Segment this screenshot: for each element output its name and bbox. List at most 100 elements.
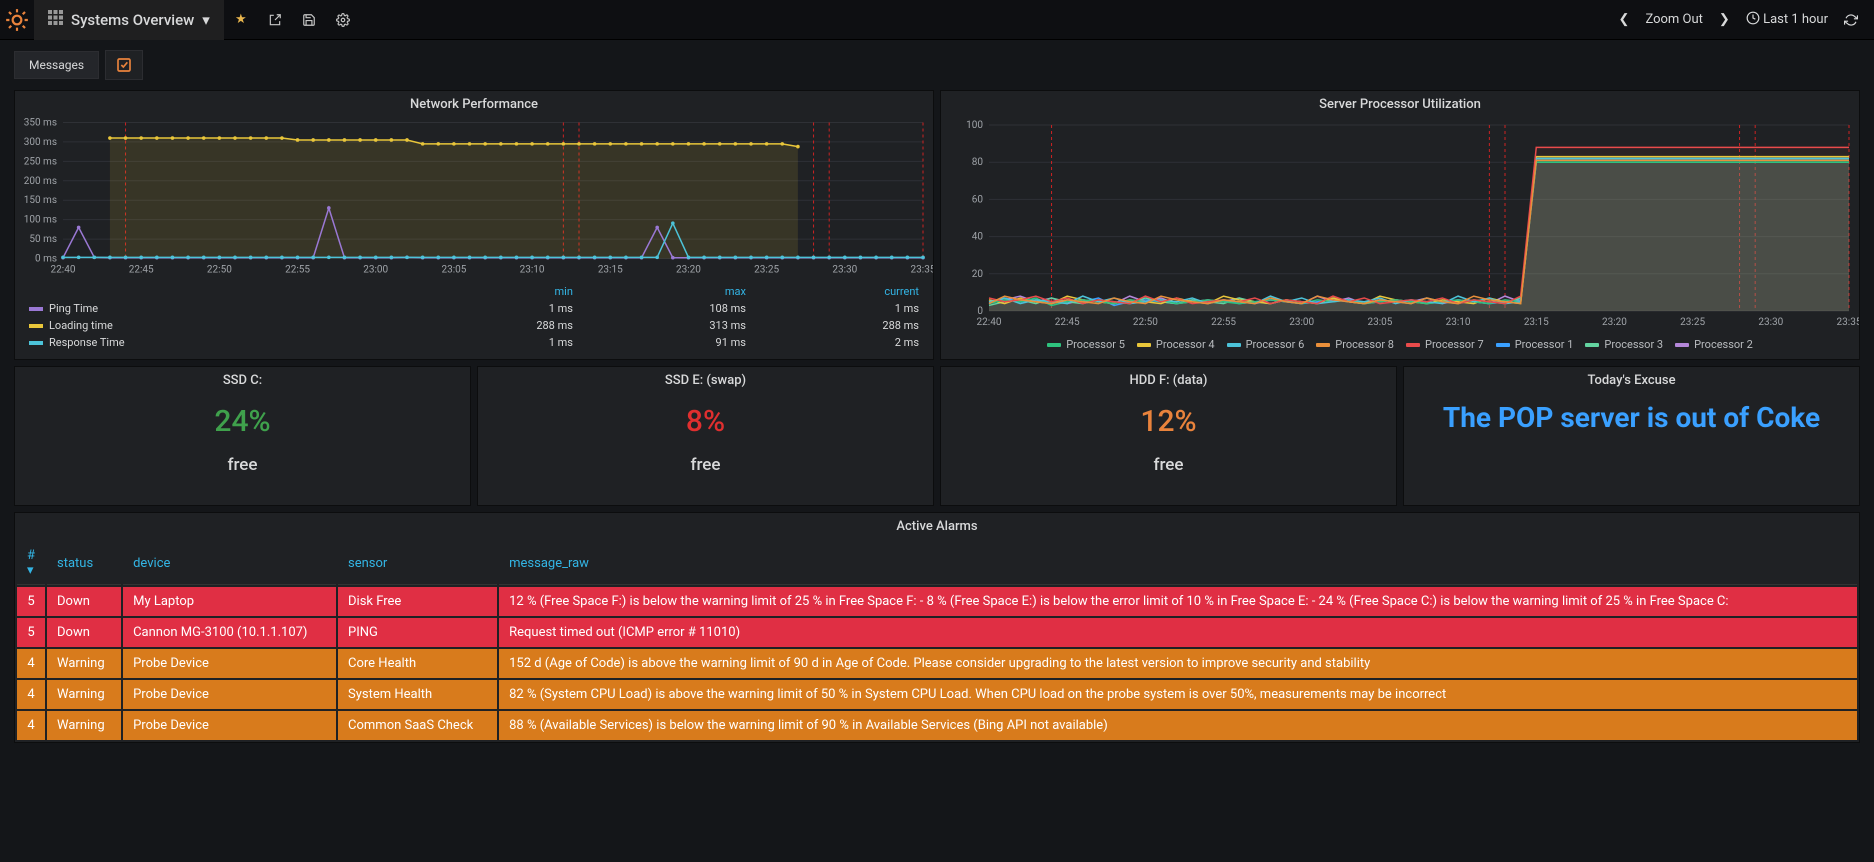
panel-network-performance[interactable]: Network Performance 0 ms50 ms100 ms150 m… [14, 90, 934, 360]
svg-text:23:00: 23:00 [363, 265, 388, 276]
legend-item[interactable]: Loading time288 ms313 ms288 ms [23, 317, 925, 334]
panel-hdd-f[interactable]: HDD F: (data) 12% free [940, 366, 1397, 506]
dashboard-title: Systems Overview [71, 11, 194, 29]
legend-item[interactable]: Response Time1 ms91 ms2 ms [23, 334, 925, 351]
legend-item[interactable]: Processor 1 [1496, 338, 1574, 351]
grafana-logo[interactable] [0, 0, 34, 40]
legend-item[interactable]: Processor 8 [1316, 338, 1394, 351]
excuse-text: The POP server is out of Coke [1413, 390, 1850, 446]
svg-text:22:45: 22:45 [1055, 317, 1080, 328]
save-icon[interactable] [292, 0, 326, 40]
svg-text:250 ms: 250 ms [24, 156, 57, 167]
time-controls: ❮ Zoom Out ❯ Last 1 hour [1613, 0, 1874, 40]
svg-text:23:05: 23:05 [1367, 317, 1392, 328]
share-icon[interactable] [258, 0, 292, 40]
legend-item[interactable]: Processor 6 [1227, 338, 1305, 351]
cpu-chart[interactable]: 02040608010022:4022:4522:5022:5523:0023:… [941, 114, 1859, 334]
column-header[interactable]: status [47, 542, 121, 585]
column-header[interactable]: sensor [338, 542, 497, 585]
stat-sub: free [1153, 455, 1183, 475]
panel-title: SSD E: (swap) [665, 367, 746, 390]
svg-text:23:20: 23:20 [1602, 317, 1627, 328]
table-row[interactable]: 5DownCannon MG-3100 (10.1.1.107)PINGRequ… [17, 618, 1857, 647]
star-icon[interactable]: ★ [224, 0, 258, 40]
stat-value: 24% [214, 404, 270, 439]
svg-text:23:20: 23:20 [676, 265, 701, 276]
time-range-button[interactable]: Last 1 hour [1740, 0, 1834, 40]
svg-text:23:00: 23:00 [1289, 317, 1314, 328]
svg-text:22:40: 22:40 [977, 317, 1002, 328]
svg-text:23:25: 23:25 [754, 265, 779, 276]
svg-text:100: 100 [966, 120, 983, 131]
table-row[interactable]: 4WarningProbe DeviceCore Health152 d (Ag… [17, 649, 1857, 678]
panel-excuse[interactable]: Today's Excuse The POP server is out of … [1403, 366, 1860, 506]
svg-text:100 ms: 100 ms [24, 215, 57, 226]
svg-text:350 ms: 350 ms [24, 118, 57, 129]
time-back-button[interactable]: ❮ [1613, 0, 1636, 40]
nav-action-icons: ★ [224, 0, 360, 40]
legend-item[interactable]: Processor 4 [1137, 338, 1215, 351]
panel-active-alarms[interactable]: Active Alarms # ▾statusdevicesensormessa… [14, 512, 1860, 743]
svg-text:20: 20 [972, 269, 984, 280]
svg-text:23:10: 23:10 [520, 265, 545, 276]
time-forward-button[interactable]: ❯ [1713, 0, 1736, 40]
refresh-button[interactable] [1838, 0, 1864, 40]
svg-text:23:30: 23:30 [1758, 317, 1783, 328]
legend-item[interactable]: Processor 2 [1675, 338, 1753, 351]
stat-value: 8% [686, 404, 725, 439]
table-row[interactable]: 4WarningProbe DeviceSystem Health82 % (S… [17, 680, 1857, 709]
table-row[interactable]: 5DownMy LaptopDisk Free12 % (Free Space … [17, 587, 1857, 616]
tab-messages[interactable]: Messages [14, 51, 99, 79]
column-header[interactable]: device [123, 542, 336, 585]
svg-text:23:35: 23:35 [911, 265, 933, 276]
svg-text:22:40: 22:40 [51, 265, 76, 276]
legend-item[interactable]: Processor 3 [1585, 338, 1663, 351]
panel-ssd-e[interactable]: SSD E: (swap) 8% free [477, 366, 934, 506]
legend-item[interactable]: Processor 5 [1047, 338, 1125, 351]
panel-title: Active Alarms [15, 513, 1859, 540]
dashboard-icon [48, 10, 63, 29]
svg-text:300 ms: 300 ms [24, 137, 57, 148]
panel-title: Server Processor Utilization [941, 91, 1859, 114]
svg-text:23:35: 23:35 [1837, 317, 1859, 328]
settings-icon[interactable] [326, 0, 360, 40]
zoom-out-button[interactable]: Zoom Out [1639, 0, 1708, 40]
row-tabs: Messages [0, 40, 1874, 84]
table-row[interactable]: 4WarningProbe DeviceCommon SaaS Check88 … [17, 711, 1857, 740]
svg-text:22:50: 22:50 [207, 265, 232, 276]
legend-item[interactable]: Processor 7 [1406, 338, 1484, 351]
column-header[interactable]: # ▾ [17, 542, 45, 585]
legend-item[interactable]: Ping Time1 ms108 ms1 ms [23, 300, 925, 317]
network-legend: minmaxcurrentPing Time1 ms108 ms1 msLoad… [15, 279, 933, 359]
panel-cpu-utilization[interactable]: Server Processor Utilization 02040608010… [940, 90, 1860, 360]
row-toggle-button[interactable] [105, 50, 143, 80]
svg-text:22:55: 22:55 [285, 265, 310, 276]
svg-text:200 ms: 200 ms [24, 176, 57, 187]
stat-value: 12% [1140, 404, 1196, 439]
dashboard-picker-button[interactable]: Systems Overview ▾ [34, 0, 224, 40]
svg-text:23:25: 23:25 [1680, 317, 1705, 328]
svg-text:60: 60 [972, 194, 984, 205]
stat-sub: free [690, 455, 720, 475]
cpu-legend: Processor 5 Processor 4 Processor 6 Process… [941, 334, 1859, 359]
alarms-table: # ▾statusdevicesensormessage_raw 5DownMy… [15, 540, 1859, 742]
top-nav: Systems Overview ▾ ★ ❮ Zoom Out ❯ Last 1… [0, 0, 1874, 40]
svg-text:23:05: 23:05 [441, 265, 466, 276]
svg-text:23:15: 23:15 [1524, 317, 1549, 328]
svg-text:23:10: 23:10 [1446, 317, 1471, 328]
network-chart[interactable]: 0 ms50 ms100 ms150 ms200 ms250 ms300 ms3… [15, 114, 933, 279]
svg-text:23:30: 23:30 [832, 265, 857, 276]
panel-title: Today's Excuse [1587, 367, 1675, 390]
svg-text:0 ms: 0 ms [35, 254, 57, 265]
panel-title: SSD C: [223, 367, 262, 390]
svg-text:22:50: 22:50 [1133, 317, 1158, 328]
time-range-label: Last 1 hour [1763, 12, 1828, 27]
svg-text:50 ms: 50 ms [29, 234, 57, 245]
panel-ssd-c[interactable]: SSD C: 24% free [14, 366, 471, 506]
svg-text:22:45: 22:45 [129, 265, 154, 276]
svg-text:0: 0 [977, 306, 983, 317]
column-header[interactable]: message_raw [499, 542, 1857, 585]
panel-title: HDD F: (data) [1130, 367, 1208, 390]
stat-sub: free [227, 455, 257, 475]
svg-text:22:55: 22:55 [1211, 317, 1236, 328]
